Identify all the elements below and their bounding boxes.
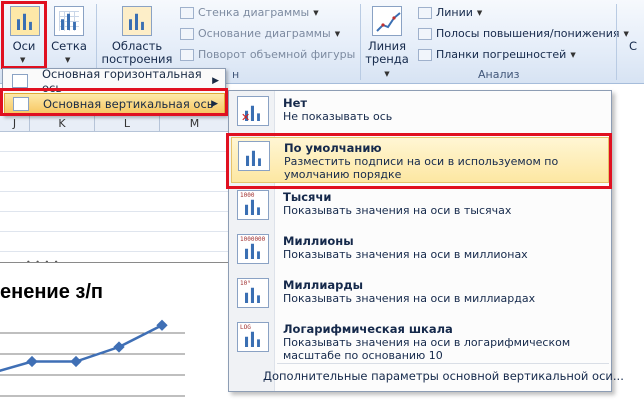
option-title: Нет bbox=[283, 96, 308, 110]
chart-wall-icon bbox=[180, 6, 194, 19]
plot-area-icon bbox=[122, 6, 152, 36]
analysis-group-label: Анализ bbox=[478, 68, 520, 81]
rotation-3d-button[interactable]: Поворот объемной фигуры bbox=[180, 48, 355, 61]
red-x-icon: ✕ bbox=[241, 111, 251, 124]
option-description: Показывать значения на оси в тысячах bbox=[283, 204, 512, 217]
chart-plot bbox=[0, 319, 185, 397]
no-axis-icon: ✕ bbox=[237, 96, 269, 126]
cut-off-ribbon-button[interactable]: С bbox=[622, 40, 644, 53]
more-vertical-axis-options[interactable]: Дополнительные параметры основной вертик… bbox=[263, 369, 624, 383]
chevron-down-icon: ▼ bbox=[384, 70, 390, 78]
chevron-down-icon: ▼ bbox=[570, 50, 576, 59]
millions-axis-icon: 1000000 bbox=[237, 234, 269, 264]
column-header-k[interactable]: K bbox=[30, 116, 95, 132]
chevron-right-icon: ▶ bbox=[212, 76, 219, 86]
chart-area[interactable]: енение з/п bbox=[0, 262, 230, 405]
trendline-icon bbox=[372, 6, 402, 36]
group-separator bbox=[360, 4, 361, 80]
option-title: Логарифмическая шкала bbox=[283, 322, 453, 336]
default-option-highlight bbox=[226, 133, 612, 189]
gridlines-button[interactable]: Сетка ▼ bbox=[50, 4, 88, 66]
chart-floor-icon bbox=[180, 27, 194, 40]
chart-wall-label: Стенка диаграммы bbox=[198, 6, 310, 19]
billions-axis-icon: 10⁹ bbox=[237, 278, 269, 308]
rotation-3d-label: Поворот объемной фигуры bbox=[198, 48, 356, 61]
gridlines-label: Сетка bbox=[51, 39, 87, 53]
column-header-m[interactable]: M bbox=[160, 116, 230, 132]
chart-wall-button[interactable]: Стенка диаграммы ▼ bbox=[180, 6, 319, 19]
thousands-axis-icon: 1000 bbox=[237, 190, 269, 220]
vertical-axis-option[interactable]: 1000000 Миллионы Показывать значения на ос… bbox=[231, 231, 609, 271]
icon-tag: 1000000 bbox=[240, 236, 266, 243]
column-header-l[interactable]: L bbox=[95, 116, 160, 132]
trendline-label-2-text: тренда bbox=[365, 52, 409, 66]
error-bars-icon bbox=[418, 48, 432, 61]
option-title: Миллиарды bbox=[283, 278, 364, 292]
vertical-axis-option[interactable]: 10⁹ Миллиарды Показывать значения на оси в… bbox=[231, 275, 609, 315]
icon-tag: 1000 bbox=[240, 192, 255, 199]
lines-icon bbox=[418, 6, 432, 19]
option-title: Тысячи bbox=[283, 190, 332, 204]
chevron-down-icon: ▼ bbox=[476, 8, 483, 17]
up-down-bars-icon bbox=[418, 27, 432, 40]
rotation-3d-icon bbox=[180, 48, 194, 61]
log-axis-icon: LOG bbox=[237, 322, 269, 352]
horizontal-axis-icon bbox=[12, 74, 28, 88]
option-description: Показывать значения на оси в миллионах bbox=[283, 248, 528, 261]
vertical-axis-option[interactable]: LOG Логарифмическая шкала Показывать значе… bbox=[231, 319, 609, 362]
trendline-button[interactable]: Линия тренда ▼ bbox=[364, 4, 410, 78]
option-description: Показывать значения на оси в миллиардах bbox=[283, 292, 536, 305]
series-point[interactable] bbox=[156, 319, 168, 331]
gridlines-icon bbox=[54, 6, 84, 36]
error-bars-button[interactable]: Планки погрешностей ▼ bbox=[418, 48, 576, 61]
lines-button[interactable]: Линии ▼ bbox=[418, 6, 482, 19]
chevron-down-icon: ▼ bbox=[623, 29, 629, 38]
lines-label: Линии bbox=[436, 6, 473, 19]
chart-floor-button[interactable]: Основание диаграммы ▼ bbox=[180, 27, 340, 40]
series-point[interactable] bbox=[26, 355, 38, 368]
series-point[interactable] bbox=[113, 341, 125, 353]
series-line[interactable] bbox=[0, 324, 163, 373]
plot-area-button[interactable]: Область построения ▼ bbox=[100, 4, 174, 78]
menu-separator bbox=[277, 363, 609, 364]
chevron-down-icon: ▼ bbox=[313, 8, 319, 17]
group-separator bbox=[616, 4, 617, 80]
trendline-label-2: тренда ▼ bbox=[364, 53, 410, 81]
vertical-axis-item-highlight bbox=[0, 88, 228, 116]
series-point[interactable] bbox=[70, 355, 82, 368]
vertical-axis-option[interactable]: 1000 Тысячи Показывать значения на оси в т… bbox=[231, 187, 609, 227]
plot-area-label-2-text: построения bbox=[101, 52, 173, 66]
chart-floor-label: Основание диаграммы bbox=[198, 27, 331, 40]
background-group-label: н bbox=[232, 68, 240, 81]
chevron-down-icon: ▼ bbox=[334, 29, 341, 38]
option-description: Показывать значения на оси в логарифмиче… bbox=[283, 336, 571, 362]
trendline-glyph bbox=[376, 12, 401, 32]
up-down-bars-label: Полосы повышения/понижения bbox=[436, 27, 620, 40]
chevron-down-icon: ▼ bbox=[65, 56, 71, 64]
up-down-bars-button[interactable]: Полосы повышения/понижения ▼ bbox=[418, 27, 629, 40]
axes-button-highlight bbox=[1, 1, 47, 69]
option-title: Миллионы bbox=[283, 234, 354, 248]
column-header-j[interactable]: J bbox=[0, 116, 30, 132]
vertical-axis-option[interactable]: ✕ Нет Не показывать ось bbox=[231, 93, 609, 133]
option-description: Не показывать ось bbox=[283, 110, 393, 123]
error-bars-label: Планки погрешностей bbox=[436, 48, 567, 61]
icon-tag: 10⁹ bbox=[240, 280, 251, 287]
icon-tag: LOG bbox=[240, 324, 251, 331]
